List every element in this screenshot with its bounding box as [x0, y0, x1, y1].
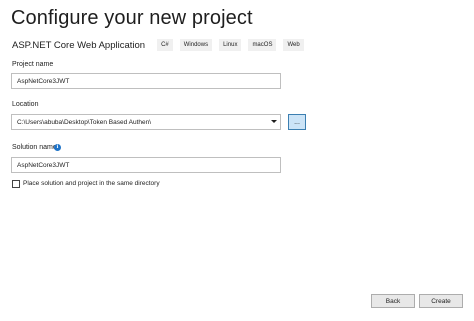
solution-name-label: Solution name	[12, 144, 57, 151]
project-name-value: AspNetCore3JWT	[17, 77, 70, 85]
browse-label: ...	[294, 118, 300, 126]
project-name-label: Project name	[12, 61, 54, 68]
back-button[interactable]: Back	[371, 294, 415, 308]
project-name-input[interactable]: AspNetCore3JWT	[11, 73, 281, 89]
configure-project-dialog: Configure your new project ASP.NET Core …	[0, 0, 474, 321]
page-title: Configure your new project	[11, 7, 253, 29]
solution-name-input[interactable]: AspNetCore3JWT	[11, 157, 281, 173]
location-label: Location	[12, 101, 39, 108]
tag-windows: Windows	[179, 39, 213, 51]
info-icon[interactable]: i	[54, 144, 61, 151]
chevron-down-icon[interactable]	[271, 120, 277, 123]
create-button-label: Create	[431, 297, 451, 305]
location-value: C:\Users\abuba\Desktop\Token Based Authe…	[17, 118, 152, 126]
back-button-label: Back	[385, 297, 401, 305]
same-directory-label[interactable]: Place solution and project in the same d…	[23, 180, 160, 187]
template-name: ASP.NET Core Web Application	[12, 39, 146, 51]
tag-web: Web	[283, 39, 304, 51]
tag-csharp: C#	[157, 39, 173, 51]
solution-name-value: AspNetCore3JWT	[17, 161, 70, 169]
create-button[interactable]: Create	[419, 294, 463, 308]
tag-macos: macOS	[248, 39, 277, 51]
browse-button[interactable]: ...	[288, 114, 306, 130]
tag-linux: Linux	[219, 39, 242, 51]
same-directory-checkbox[interactable]	[12, 180, 20, 188]
location-combobox[interactable]: C:\Users\abuba\Desktop\Token Based Authe…	[11, 114, 281, 130]
template-info: ASP.NET Core Web Application C# Windows …	[12, 38, 311, 52]
